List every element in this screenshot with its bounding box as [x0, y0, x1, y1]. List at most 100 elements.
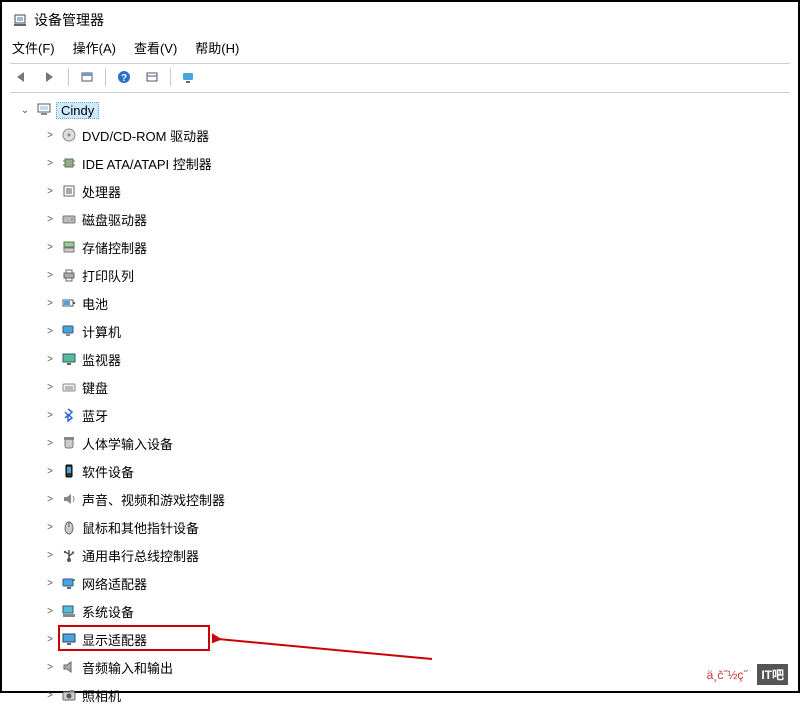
tree-item-label: 通用串行总线控制器	[82, 546, 199, 565]
tree-root[interactable]: ⌄ Cindy	[18, 99, 790, 121]
tree-item[interactable]: >网络适配器	[44, 569, 790, 597]
svg-text:?: ?	[121, 73, 127, 84]
battery-icon	[60, 294, 78, 312]
tree-item-label: 存储控制器	[82, 238, 147, 257]
tree-item-label: 监视器	[82, 350, 121, 369]
properties-button[interactable]	[140, 66, 164, 88]
chevron-right-icon[interactable]: >	[44, 662, 56, 673]
chevron-right-icon[interactable]: >	[44, 410, 56, 421]
tree-item[interactable]: > 处理器	[44, 177, 790, 205]
tree-item[interactable]: > 蓝牙	[44, 401, 790, 429]
tree-item[interactable]: > 键盘	[44, 373, 790, 401]
chip2-icon	[60, 182, 78, 200]
computer-icon	[36, 101, 52, 120]
tree-item-label: 处理器	[82, 182, 121, 201]
bluetooth-icon	[60, 406, 78, 424]
menu-view[interactable]: 查看(V)	[134, 38, 177, 57]
tree-item-label: DVD/CD-ROM 驱动器	[82, 126, 209, 145]
help-button[interactable]: ?	[112, 66, 136, 88]
chevron-right-icon[interactable]: >	[44, 382, 56, 393]
tree-item[interactable]: >音频输入和输出	[44, 653, 790, 681]
tree-item-label: 键盘	[82, 378, 108, 397]
tree-item[interactable]: > 鼠标和其他指针设备	[44, 513, 790, 541]
tree-item-label: 人体学输入设备	[82, 434, 173, 453]
camera-icon	[60, 686, 78, 704]
tree-item-label: 显示适配器	[82, 630, 147, 649]
tree-item-label: IDE ATA/ATAPI 控制器	[82, 154, 212, 173]
monitor-icon	[60, 350, 78, 368]
tree-item-label: 蓝牙	[82, 406, 108, 425]
tree-item-label: 打印队列	[82, 266, 134, 285]
tree-item[interactable]: > 通用串行总线控制器	[44, 541, 790, 569]
toolbar: ?	[10, 63, 790, 93]
tree-item-label: 电池	[82, 294, 108, 313]
soft-icon	[60, 462, 78, 480]
hid-icon	[60, 434, 78, 452]
printer-icon	[60, 266, 78, 284]
disk-icon	[60, 210, 78, 228]
keyboard-icon	[60, 378, 78, 396]
tree-item[interactable]: > 电池	[44, 289, 790, 317]
chevron-right-icon[interactable]: >	[44, 438, 56, 449]
tree-item[interactable]: > 声音、视频和游戏控制器	[44, 485, 790, 513]
chevron-right-icon[interactable]: >	[44, 298, 56, 309]
audio-icon	[60, 490, 78, 508]
mouse-icon	[60, 518, 78, 536]
device-manager-icon	[12, 12, 28, 28]
watermark-text: ä¸č˝½ç˝	[707, 668, 748, 682]
chevron-down-icon[interactable]: ⌄	[18, 105, 32, 116]
tree-item-label: 照相机	[82, 686, 121, 705]
audioio-icon	[60, 658, 78, 676]
back-button[interactable]	[10, 66, 34, 88]
chevron-right-icon[interactable]: >	[44, 550, 56, 561]
tree-item[interactable]: > 软件设备	[44, 457, 790, 485]
chevron-right-icon[interactable]: >	[44, 130, 56, 141]
show-hidden-button[interactable]	[75, 66, 99, 88]
disc-icon	[60, 126, 78, 144]
chevron-right-icon[interactable]: >	[44, 494, 56, 505]
tree-item-label: 软件设备	[82, 462, 134, 481]
tree-item[interactable]: > 人体学输入设备	[44, 429, 790, 457]
tree-item[interactable]: > 存储控制器	[44, 233, 790, 261]
chevron-right-icon[interactable]: >	[44, 466, 56, 477]
menu-help[interactable]: 帮助(H)	[195, 38, 239, 57]
tree-item-label: 磁盘驱动器	[82, 210, 147, 229]
tree-item[interactable]: > 打印队列	[44, 261, 790, 289]
tree-item-label: 鼠标和其他指针设备	[82, 518, 199, 537]
chevron-right-icon[interactable]: >	[44, 606, 56, 617]
forward-button[interactable]	[38, 66, 62, 88]
chevron-right-icon[interactable]: >	[44, 270, 56, 281]
tree-item[interactable]: > DVD/CD-ROM 驱动器	[44, 121, 790, 149]
tree-item[interactable]: > 照相机	[44, 681, 790, 709]
display-icon	[60, 630, 78, 648]
chevron-right-icon[interactable]: >	[44, 158, 56, 169]
tree-item[interactable]: > 磁盘驱动器	[44, 205, 790, 233]
tree-item[interactable]: > IDE ATA/ATAPI 控制器	[44, 149, 790, 177]
net-icon	[60, 574, 78, 592]
toolbar-separator	[105, 68, 106, 86]
tree-item-label: 系统设备	[82, 602, 134, 621]
system-icon	[60, 602, 78, 620]
menu-action[interactable]: 操作(A)	[73, 38, 116, 57]
menu-file[interactable]: 文件(F)	[12, 38, 55, 57]
tree-item[interactable]: > 系统设备	[44, 597, 790, 625]
tree-item[interactable]: > 计算机	[44, 317, 790, 345]
storage-icon	[60, 238, 78, 256]
tree-item-label: 声音、视频和游戏控制器	[82, 490, 225, 509]
chevron-right-icon[interactable]: >	[44, 186, 56, 197]
chevron-right-icon[interactable]: >	[44, 634, 56, 645]
tree-item-label: 计算机	[82, 322, 121, 341]
chevron-right-icon[interactable]: >	[44, 214, 56, 225]
device-tree: ⌄ Cindy > DVD/CD-ROM 驱动器 > IDE ATA/ATAPI 控制…	[10, 93, 790, 709]
chevron-right-icon[interactable]: >	[44, 578, 56, 589]
chevron-right-icon[interactable]: >	[44, 522, 56, 533]
watermark-box: IT吧	[757, 664, 788, 685]
chevron-right-icon[interactable]: >	[44, 326, 56, 337]
tree-item[interactable]: > 监视器	[44, 345, 790, 373]
chevron-right-icon[interactable]: >	[44, 690, 56, 701]
scan-hardware-button[interactable]	[177, 66, 201, 88]
window-title: 设备管理器	[34, 10, 104, 30]
tree-item[interactable]: > 显示适配器	[44, 625, 790, 653]
chevron-right-icon[interactable]: >	[44, 242, 56, 253]
chevron-right-icon[interactable]: >	[44, 354, 56, 365]
